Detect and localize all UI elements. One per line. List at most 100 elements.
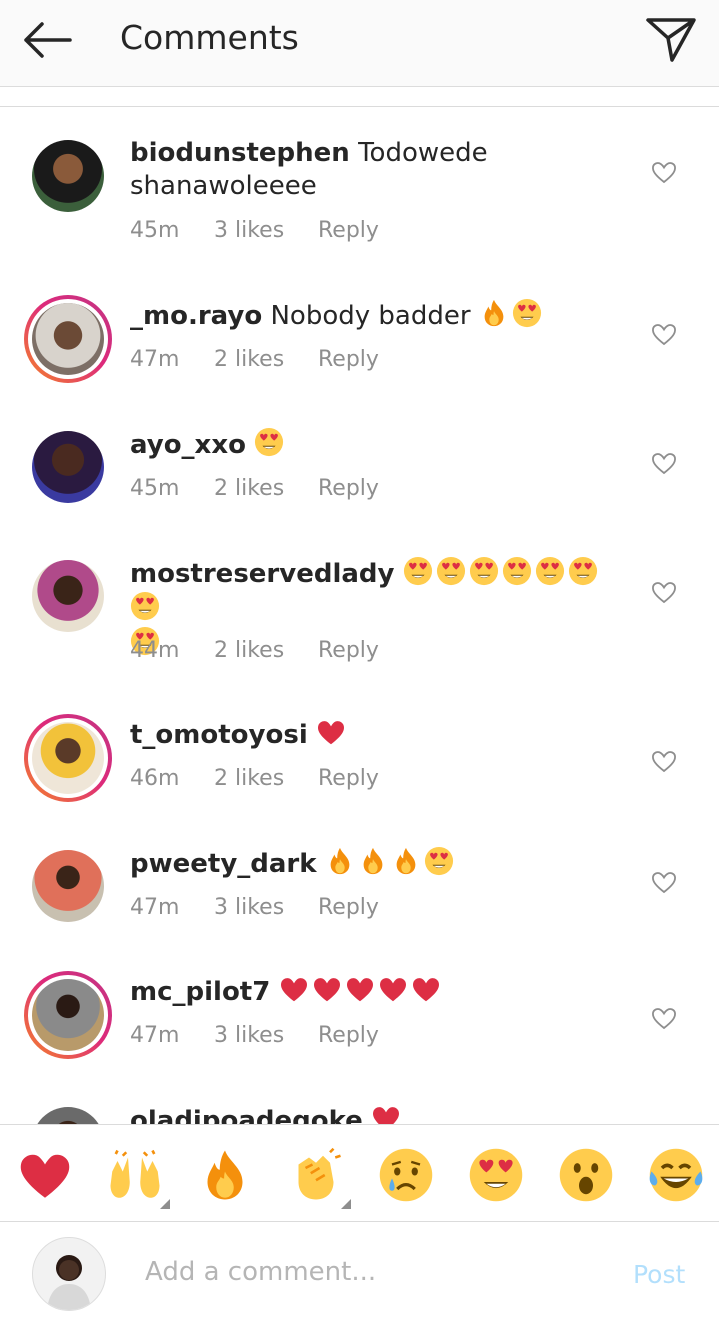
red-heart-reaction-icon[interactable]: [17, 1147, 73, 1203]
like-heart-icon[interactable]: [651, 1006, 677, 1030]
like-heart-icon[interactable]: [651, 322, 677, 346]
comment-body: oladipoadegoke: [130, 1103, 610, 1124]
likes-count[interactable]: 3 likes: [214, 218, 284, 243]
like-heart-icon[interactable]: [651, 580, 677, 604]
like-heart-icon[interactable]: [651, 451, 677, 475]
comment-meta: 47m 2 likes Reply: [130, 347, 379, 372]
comment-username[interactable]: biodunstephen: [130, 138, 350, 168]
heart-eyes-emoji-icon: [254, 427, 284, 457]
comment-body: _mo.rayo Nobody badder: [130, 298, 610, 333]
comment-username[interactable]: mostreservedlady: [130, 559, 394, 589]
comment-meta: 45m 2 likes Reply: [130, 476, 379, 501]
top-bar: Comments: [0, 0, 719, 87]
comment-username[interactable]: _mo.rayo: [130, 301, 262, 331]
comment-text: Todowede: [358, 138, 488, 168]
post-button[interactable]: Post: [633, 1260, 685, 1289]
current-user-avatar: [32, 1237, 106, 1311]
red-heart-emoji-icon: [316, 717, 346, 747]
avatar[interactable]: [32, 560, 104, 632]
avatar-story-ring[interactable]: [24, 714, 112, 802]
skin-tone-indicator-icon: [160, 1199, 170, 1209]
fire-emoji-icon: [391, 846, 421, 876]
reply-button[interactable]: Reply: [318, 1023, 379, 1048]
heart-eyes-emoji-icon: [512, 298, 542, 328]
comment-time: 45m: [130, 218, 180, 243]
likes-count[interactable]: 2 likes: [214, 766, 284, 791]
comment-meta: 47m 3 likes Reply: [130, 895, 379, 920]
back-arrow-icon[interactable]: [20, 18, 76, 62]
avatar[interactable]: [32, 1107, 104, 1124]
avatar-story-ring[interactable]: [24, 295, 112, 383]
like-heart-icon[interactable]: [651, 870, 677, 894]
heart-eyes-emoji-icon: [424, 846, 454, 876]
fire-reaction-icon[interactable]: [197, 1147, 253, 1203]
comment-username[interactable]: t_omotoyosi: [130, 720, 308, 750]
comment-body: ayo_xxo: [130, 427, 610, 462]
comment-username[interactable]: ayo_xxo: [130, 430, 246, 460]
reply-button[interactable]: Reply: [318, 476, 379, 501]
page-title: Comments: [120, 18, 299, 57]
avatar[interactable]: [32, 140, 104, 212]
comment-time: 45m: [130, 476, 180, 501]
comment-body: biodunstephen Todowede shanawoleeee: [130, 137, 610, 203]
comment-list[interactable]: biodunstephen Todowede shanawoleeee 45m …: [0, 107, 719, 1124]
comment-body: t_omotoyosi: [130, 717, 610, 752]
surprised-face-reaction-icon[interactable]: [558, 1147, 614, 1203]
comment-time: 47m: [130, 1023, 180, 1048]
heart-eyes-reaction-icon[interactable]: [468, 1147, 524, 1203]
comment-time: 44m: [130, 638, 180, 663]
red-heart-emoji-icon: [345, 974, 375, 1004]
quick-reactions-bar: [0, 1124, 719, 1222]
heart-eyes-emoji-icon: [502, 556, 532, 586]
likes-count[interactable]: 2 likes: [214, 638, 284, 663]
comment-meta: 46m 2 likes Reply: [130, 766, 379, 791]
skin-tone-indicator-icon: [341, 1199, 351, 1209]
reply-button[interactable]: Reply: [318, 766, 379, 791]
like-heart-icon[interactable]: [651, 749, 677, 773]
direct-message-icon[interactable]: [642, 12, 700, 64]
clapping-hands-reaction-icon[interactable]: [288, 1147, 344, 1203]
avatar-story-ring[interactable]: [24, 971, 112, 1059]
comment-username[interactable]: mc_pilot7: [130, 977, 270, 1007]
likes-count[interactable]: 2 likes: [214, 476, 284, 501]
red-heart-emoji-icon: [371, 1103, 401, 1124]
comment-meta: 44m 2 likes Reply: [130, 638, 379, 663]
comment-body: pweety_dark: [130, 846, 610, 881]
comment-composer: Post: [0, 1221, 719, 1318]
comment-meta: 45m 3 likes Reply: [130, 218, 379, 243]
raising-hands-reaction-icon[interactable]: [107, 1147, 163, 1203]
comment-username[interactable]: oladipoadegoke: [130, 1106, 363, 1124]
heart-eyes-emoji-icon: [535, 556, 565, 586]
comment-meta: 47m 3 likes Reply: [130, 1023, 379, 1048]
heart-eyes-emoji-icon: [568, 556, 598, 586]
fire-emoji-icon: [325, 846, 355, 876]
fire-emoji-icon: [479, 298, 509, 328]
red-heart-emoji-icon: [378, 974, 408, 1004]
likes-count[interactable]: 3 likes: [214, 895, 284, 920]
reply-button[interactable]: Reply: [318, 638, 379, 663]
like-heart-icon[interactable]: [651, 160, 677, 184]
red-heart-emoji-icon: [279, 974, 309, 1004]
comment-body: mc_pilot7: [130, 974, 610, 1009]
avatar[interactable]: [32, 850, 104, 922]
likes-count[interactable]: 2 likes: [214, 347, 284, 372]
heart-eyes-emoji-icon: [130, 591, 160, 621]
comment-time: 47m: [130, 347, 180, 372]
comment-username[interactable]: pweety_dark: [130, 849, 317, 879]
reply-button[interactable]: Reply: [318, 218, 379, 243]
red-heart-emoji-icon: [411, 974, 441, 1004]
crying-face-reaction-icon[interactable]: [378, 1147, 434, 1203]
reply-button[interactable]: Reply: [318, 347, 379, 372]
reply-button[interactable]: Reply: [318, 895, 379, 920]
comment-text: Nobody badder: [270, 301, 471, 331]
comment-input[interactable]: [145, 1252, 605, 1292]
tears-of-joy-reaction-icon[interactable]: [648, 1147, 704, 1203]
fire-emoji-icon: [358, 846, 388, 876]
comment-text-cont: shanawoleeee: [130, 171, 317, 201]
likes-count[interactable]: 3 likes: [214, 1023, 284, 1048]
avatar[interactable]: [32, 431, 104, 503]
comment-time: 46m: [130, 766, 180, 791]
comment-time: 47m: [130, 895, 180, 920]
heart-eyes-emoji-icon: [403, 556, 433, 586]
red-heart-emoji-icon: [312, 974, 342, 1004]
